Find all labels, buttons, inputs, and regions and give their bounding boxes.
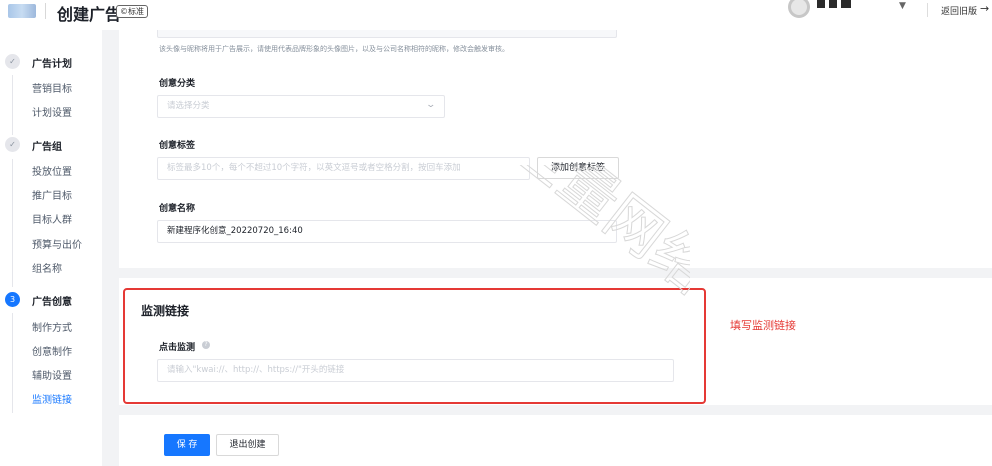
sidebar-item-plan-settings[interactable]: 计划设置 <box>32 104 72 119</box>
sidebar-item-auxiliary-settings[interactable]: 辅助设置 <box>32 367 72 382</box>
step-title-campaign[interactable]: 广告计划 <box>32 55 72 70</box>
header-divider-right <box>927 3 928 17</box>
step-connector <box>12 313 13 413</box>
check-icon: ✓ <box>5 54 20 69</box>
step-title-creative[interactable]: 广告创意 <box>32 293 72 308</box>
sidebar-item-placement[interactable]: 投放位置 <box>32 163 72 178</box>
sidebar-item-promotion-goal[interactable]: 推广目标 <box>32 187 72 202</box>
sidebar-item-budget-bid[interactable]: 预算与出价 <box>32 236 82 251</box>
user-avatar-icon[interactable] <box>788 0 810 18</box>
header-divider <box>45 3 46 19</box>
category-select[interactable]: 请选择分类 <box>157 95 445 118</box>
sidebar-item-production-method[interactable]: 制作方式 <box>32 319 72 334</box>
check-icon: ✓ <box>5 137 20 152</box>
page-title: 创建广告 <box>57 5 122 24</box>
highlight-box <box>123 288 706 404</box>
step-title-ad-group[interactable]: 广告组 <box>32 138 62 153</box>
arrow-right-icon[interactable]: → <box>980 2 989 15</box>
step-number-badge: 3 <box>5 292 20 307</box>
chevron-down-icon[interactable]: ⌄ <box>425 100 436 110</box>
step-connector <box>12 75 13 135</box>
avatar-nickname-hint: 该头像与昵称将用于广告展示，请使用代表品牌形象的头像图片，以及与公司名称相符的昵… <box>159 45 509 53</box>
avatar-nickname-field-bottom <box>157 30 617 38</box>
save-button[interactable]: 保 存 <box>164 434 210 456</box>
sidebar-item-group-name[interactable]: 组名称 <box>32 260 62 275</box>
sidebar-item-creative-production[interactable]: 创意制作 <box>32 343 72 358</box>
sidebar-item-marketing-goal[interactable]: 营销目标 <box>32 80 72 95</box>
tags-input[interactable]: 标签最多10个，每个不超过10个字符，以英文逗号或者空格分割，按回车添加 <box>157 157 530 180</box>
sidebar-item-target-audience[interactable]: 目标人群 <box>32 211 72 226</box>
top-header: 创建广告 ©标准 ▼ 返回旧版 → <box>0 0 992 30</box>
annotation-label: 填写监测链接 <box>730 319 796 332</box>
category-label: 创意分类 <box>159 79 196 89</box>
edition-badge: ©标准 <box>116 5 148 18</box>
creative-name-label: 创意名称 <box>159 204 196 214</box>
logo[interactable] <box>8 4 36 18</box>
sidebar-item-monitor-link[interactable]: 监测链接 <box>32 391 72 406</box>
account-name-mark[interactable] <box>817 0 855 8</box>
step-connector <box>12 159 13 287</box>
tags-label: 创意标签 <box>159 141 196 151</box>
exit-create-button[interactable]: 退出创建 <box>216 434 279 456</box>
creative-name-input[interactable]: 新建程序化创意_20220720_16:40 <box>157 220 617 243</box>
add-tag-button[interactable]: 添加创意标签 <box>537 157 619 179</box>
back-to-old-version-link[interactable]: 返回旧版 <box>941 4 977 17</box>
step-sidebar: ✓ 广告计划 营销目标 计划设置 ✓ 广告组 投放位置 推广目标 目标人群 预算… <box>0 30 102 466</box>
account-dropdown-icon[interactable]: ▼ <box>899 1 906 11</box>
